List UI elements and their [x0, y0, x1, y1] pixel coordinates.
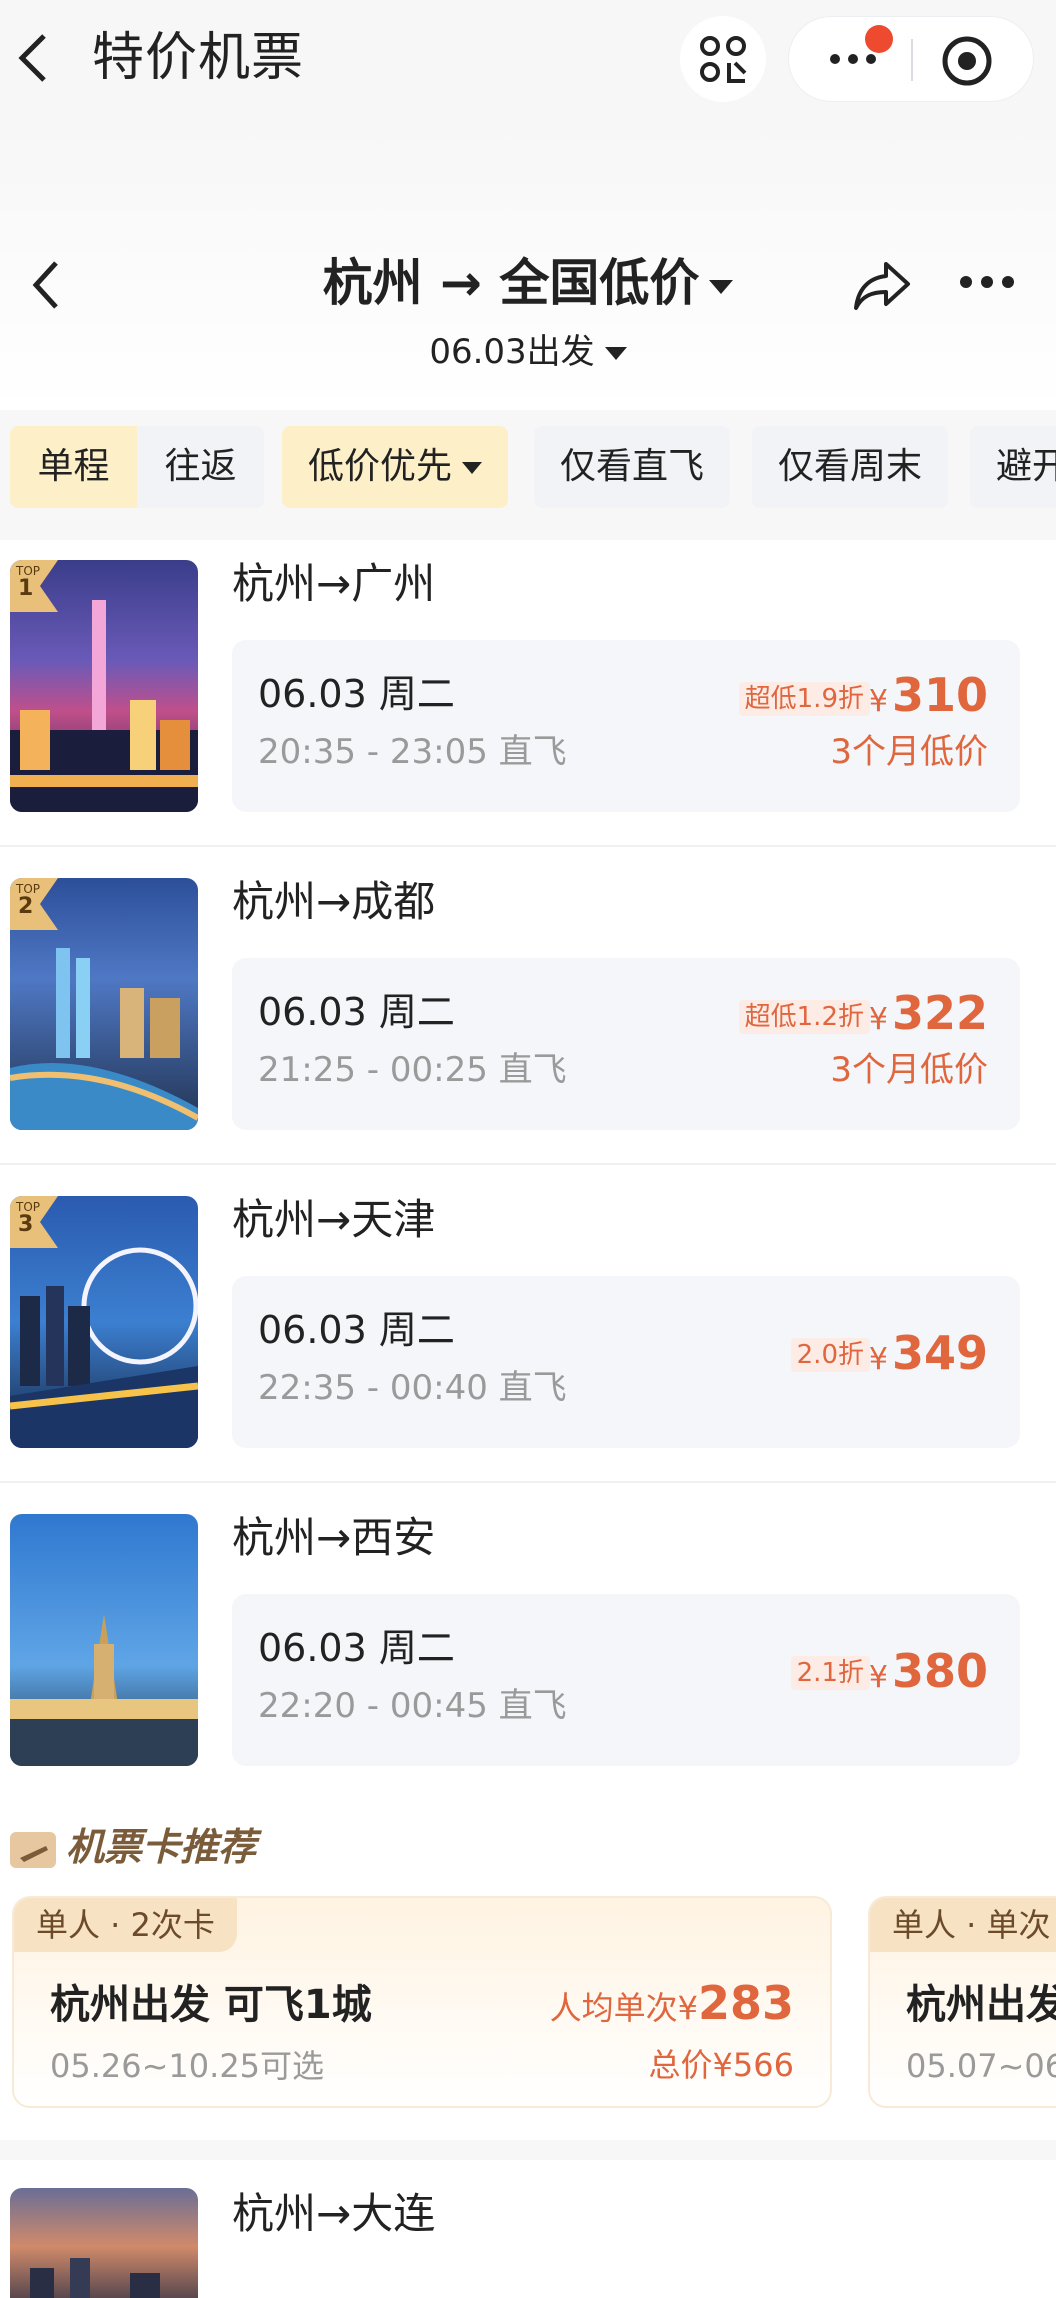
direct-only-chip[interactable]: 仅看直飞: [534, 426, 731, 508]
flight-times: 22:35 - 00:40 直飞: [258, 1368, 567, 1408]
flight-card[interactable]: 06.03 周二 22:35 - 00:40 直飞 2.0折 ¥349: [232, 1276, 1020, 1448]
route-header: 杭州 → 全国低价 06.03出发: [0, 125, 1056, 410]
flight-times: 22:20 - 00:45 直飞: [258, 1686, 567, 1726]
list-item[interactable]: TOP 2 杭州→成都 06.03 周二 21:25 - 00:25 直飞 超低…: [0, 858, 1056, 1176]
destination-photo: TOP 3: [10, 1196, 198, 1448]
date-text: 06.03出发: [429, 332, 595, 372]
price-value: 310: [891, 668, 988, 722]
card-total-price: 总价¥566: [648, 2046, 794, 2084]
more-options-icon[interactable]: [958, 272, 1016, 292]
date-selector[interactable]: 06.03出发: [0, 330, 1056, 374]
flight-price: ¥310: [869, 666, 988, 731]
card-tag: 单人 · 2次卡: [14, 1898, 237, 1952]
per-price-value: 283: [697, 1976, 794, 2030]
flight-date: 06.03 周二: [258, 1308, 455, 1352]
card-per-price: 人均单次¥283: [550, 1976, 794, 2035]
per-price-label: 人均单次¥: [549, 1989, 698, 2027]
close-miniprogram-icon[interactable]: [939, 33, 995, 89]
route-name: 杭州→成都: [232, 877, 436, 926]
destination-photo: TOP 1: [10, 560, 198, 812]
scan-icon: [700, 36, 747, 83]
plane-ticket-icon: [10, 1831, 56, 1868]
list-item[interactable]: TOP 1 杭州→广州 06.03 周二 20:35 - 23:05 直飞 超低…: [0, 540, 1056, 858]
list-item[interactable]: 杭州→西安 06.03 周二 22:20 - 00:45 直飞 2.1折 ¥38…: [0, 1494, 1056, 1812]
flight-card[interactable]: 06.03 周二 21:25 - 00:25 直飞 超低1.2折 ¥322 3个…: [232, 958, 1020, 1130]
route-name: 杭州→西安: [232, 1513, 436, 1562]
chip-label: 低价优先: [308, 446, 453, 487]
city-skyline-image: [30, 2258, 160, 2298]
route-name: 杭州→天津: [232, 1195, 436, 1244]
destination-photo: [10, 2188, 198, 2298]
flight-price: ¥322: [869, 984, 988, 1049]
notification-dot: [865, 25, 893, 53]
list-item[interactable]: TOP 3 杭州→天津 06.03 周二 22:35 - 00:40 直飞 2.…: [0, 1176, 1056, 1494]
price-value: 322: [891, 986, 988, 1040]
avoid-chip[interactable]: 避开: [970, 426, 1056, 508]
ticket-card-recommend: 机票卡推荐 单人 · 2次卡 杭州出发 可飞1城 05.26~10.25可选 人…: [0, 1800, 1056, 2140]
rank-number: 3: [18, 1212, 34, 1237]
ticket-card[interactable]: 单人 · 单次 杭州出发 05.07~06: [868, 1896, 1056, 2108]
chevron-down-icon: [604, 347, 627, 360]
flight-price: ¥349: [869, 1324, 988, 1389]
low-price-note: 3个月低价: [830, 732, 988, 772]
destination-photo: TOP 2: [10, 878, 198, 1130]
card-title: 杭州出发 可飞1城: [50, 1982, 372, 2028]
card-valid-dates: 05.26~10.25可选: [50, 2047, 325, 2085]
discount-badge: 2.0折: [790, 1338, 870, 1372]
trip-one-way[interactable]: 单程: [10, 426, 137, 508]
scan-button[interactable]: [680, 16, 766, 102]
route-name: 杭州→广州: [232, 559, 436, 608]
list-item[interactable]: 杭州→大连: [0, 2160, 1056, 2298]
divider: [0, 845, 1056, 847]
currency-symbol: ¥: [868, 1660, 888, 1695]
flight-card[interactable]: 06.03 周二 22:20 - 00:45 直飞 2.1折 ¥380: [232, 1594, 1020, 1766]
discount-badge: 超低1.2折: [738, 1000, 870, 1034]
card-tag: 单人 · 单次: [870, 1898, 1056, 1952]
currency-symbol: ¥: [868, 1342, 888, 1377]
low-price-note: 3个月低价: [830, 1050, 988, 1090]
currency-symbol: ¥: [868, 1002, 888, 1037]
recommend-heading: 机票卡推荐: [10, 1822, 256, 1872]
sort-low-price-chip[interactable]: 低价优先: [282, 426, 509, 508]
chevron-down-icon: [709, 279, 734, 294]
capsule-divider: [911, 39, 913, 81]
back-icon[interactable]: [14, 28, 54, 88]
share-icon[interactable]: [852, 258, 912, 314]
flight-times: 20:35 - 23:05 直飞: [258, 732, 567, 772]
discount-badge: 2.1折: [790, 1656, 870, 1690]
route-title-text: 杭州 → 全国低价: [322, 254, 700, 312]
recommend-heading-text: 机票卡推荐: [66, 1825, 257, 1869]
price-value: 380: [891, 1644, 988, 1698]
flight-date: 06.03 周二: [258, 990, 455, 1034]
currency-symbol: ¥: [868, 684, 888, 719]
chevron-down-icon: [462, 462, 483, 474]
filter-bar: 单程 往返 低价优先 仅看直飞 仅看周末 避开: [10, 426, 1056, 508]
weekend-only-chip[interactable]: 仅看周末: [752, 426, 949, 508]
divider: [0, 1163, 1056, 1165]
city-skyline-image: [10, 1614, 198, 1766]
flight-date: 06.03 周二: [258, 1626, 455, 1670]
flight-times: 21:25 - 00:25 直飞: [258, 1050, 567, 1090]
flight-card[interactable]: 06.03 周二 20:35 - 23:05 直飞 超低1.9折 ¥310 3个…: [232, 640, 1020, 812]
top-bar: 特价机票: [0, 0, 1056, 125]
flight-price: ¥380: [869, 1642, 988, 1707]
divider: [0, 1481, 1056, 1483]
ticket-card[interactable]: 单人 · 2次卡 杭州出发 可飞1城 05.26~10.25可选 人均单次¥28…: [12, 1896, 832, 2108]
rank-number: 1: [18, 576, 34, 601]
trip-type-toggle: 单程 往返: [10, 426, 264, 508]
route-name: 杭州→大连: [232, 2189, 436, 2238]
trip-round-trip[interactable]: 往返: [137, 426, 264, 508]
capsule-menu: [788, 16, 1034, 102]
card-title: 杭州出发: [906, 1982, 1056, 2028]
discount-badge: 超低1.9折: [738, 682, 870, 716]
price-value: 349: [891, 1326, 988, 1380]
flight-date: 06.03 周二: [258, 672, 455, 716]
card-valid-dates: 05.07~06: [906, 2047, 1056, 2085]
destination-photo: [10, 1514, 198, 1766]
page-title: 特价机票: [92, 28, 305, 88]
rank-number: 2: [18, 894, 34, 919]
